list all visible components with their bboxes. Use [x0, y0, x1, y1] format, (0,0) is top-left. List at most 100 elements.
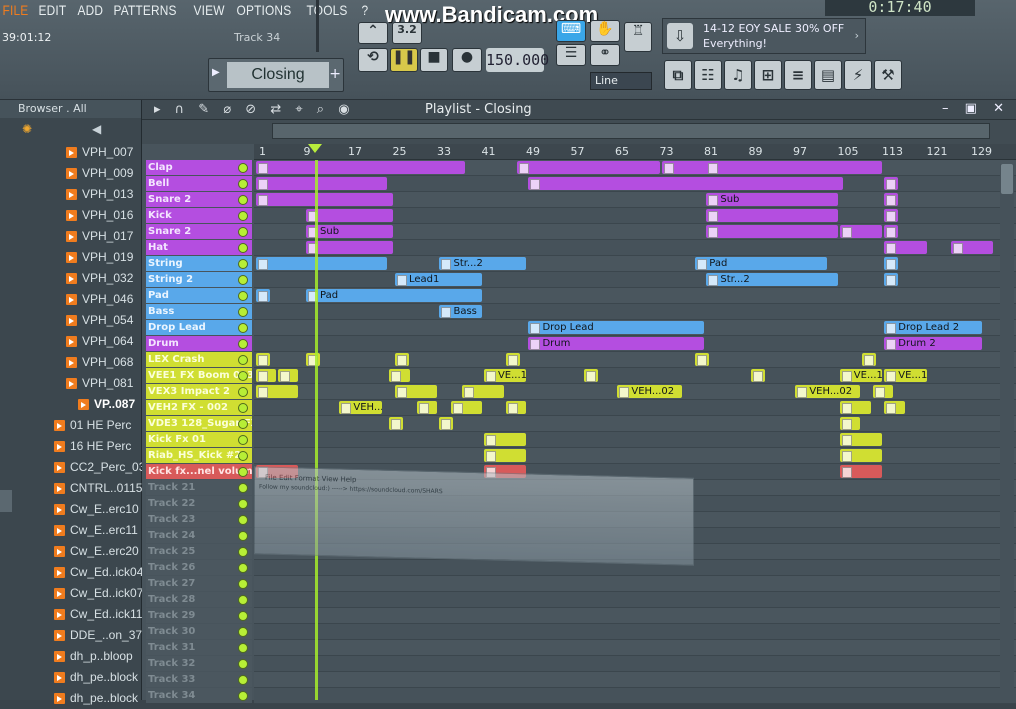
- pattern-clip[interactable]: Str...2: [439, 257, 527, 270]
- record-icon[interactable]: ●: [452, 48, 482, 72]
- pattern-menu-icon[interactable]: ▶: [212, 67, 220, 78]
- playlist-icon[interactable]: ⧉: [664, 60, 692, 90]
- track-lane[interactable]: Str...2 Pad: [254, 256, 1016, 272]
- window-buttons[interactable]: – ▣ ✕: [942, 101, 1010, 116]
- browser-item[interactable]: VPH_017: [0, 226, 142, 247]
- track-lane[interactable]: Bass: [254, 304, 1016, 320]
- browser-item[interactable]: 01 HE Perc: [0, 415, 142, 436]
- browser-item[interactable]: dh_pe..block: [0, 667, 142, 688]
- track-mute-icon[interactable]: [238, 179, 248, 189]
- pattern-clip[interactable]: [417, 401, 438, 414]
- browser-item[interactable]: CNTRL..0115: [0, 478, 142, 499]
- pattern-clip[interactable]: [483, 433, 527, 446]
- track-name[interactable]: Track 30: [146, 624, 252, 639]
- track-lane[interactable]: [254, 432, 1016, 448]
- browser-item[interactable]: dh_pe..block: [0, 688, 142, 709]
- track-name[interactable]: VDE3 128_Sugar FX: [146, 416, 252, 431]
- track-mute-icon[interactable]: [238, 323, 248, 333]
- pattern-clip[interactable]: [306, 241, 393, 254]
- browser-item[interactable]: dh_p..bloop: [0, 646, 142, 667]
- menu-add[interactable]: ADD: [75, 2, 106, 18]
- pattern-clip[interactable]: [951, 241, 994, 254]
- pattern-clip[interactable]: [862, 353, 877, 366]
- track-name[interactable]: Track 22: [146, 496, 252, 511]
- mixer-icon[interactable]: ≡: [784, 60, 812, 90]
- loop-icon[interactable]: ⟲: [358, 48, 388, 72]
- pattern-clip[interactable]: VEH...02: [339, 401, 382, 414]
- pattern-clip[interactable]: Str...2: [706, 273, 838, 286]
- track-mute-icon[interactable]: [238, 163, 248, 173]
- track-name[interactable]: VEH2 FX - 002: [146, 400, 252, 415]
- countdown-icon[interactable]: ☰: [556, 44, 586, 66]
- pattern-clip[interactable]: Drum: [528, 337, 705, 350]
- tempo-tapper-icon[interactable]: ⚒: [874, 60, 902, 90]
- pattern-clip[interactable]: [439, 417, 454, 430]
- pattern-clip[interactable]: [256, 257, 388, 270]
- pattern-clip[interactable]: [839, 401, 872, 414]
- track-lane[interactable]: [254, 656, 1016, 672]
- pattern-clip[interactable]: [389, 417, 404, 430]
- pattern-clip[interactable]: [461, 385, 505, 398]
- collapse-handle[interactable]: [0, 490, 12, 512]
- horizontal-scrollbar[interactable]: [272, 123, 990, 139]
- channel-rack-icon[interactable]: ▤: [814, 60, 842, 90]
- track-name[interactable]: LEX Crash: [146, 352, 252, 367]
- stop-icon[interactable]: ■: [420, 48, 448, 72]
- browser-item[interactable]: VPH_064: [0, 331, 142, 352]
- browser-icon[interactable]: ⊞: [754, 60, 782, 90]
- snap-select[interactable]: Line: [590, 72, 652, 90]
- playlist-tools[interactable]: ▸ ∩ ✎ ⌀ ⊘ ⇄ ⌖ ⌕ ◉: [154, 102, 355, 117]
- browser-item[interactable]: Cw_E..erc20: [0, 541, 142, 562]
- pattern-clip[interactable]: VE...13: [483, 369, 527, 382]
- track-lane[interactable]: Sub: [254, 192, 1016, 208]
- browser-item[interactable]: Cw_E..erc10: [0, 499, 142, 520]
- track-lane[interactable]: [254, 240, 1016, 256]
- track-lane[interactable]: [254, 640, 1016, 656]
- wait-icon[interactable]: ✋: [590, 20, 620, 42]
- track-mute-icon[interactable]: [238, 211, 248, 221]
- track-mute-icon[interactable]: [238, 291, 248, 301]
- track-mute-icon[interactable]: [238, 467, 248, 477]
- browser-item[interactable]: VPH_019: [0, 247, 142, 268]
- track-mute-icon[interactable]: [238, 595, 248, 605]
- piano-roll-icon[interactable]: ♫: [724, 60, 752, 90]
- track-mute-icon[interactable]: [238, 659, 248, 669]
- step-sequencer-icon[interactable]: ☷: [694, 60, 722, 90]
- track-mute-icon[interactable]: [238, 499, 248, 509]
- browser-header[interactable]: Browser . All: [0, 100, 141, 118]
- track-mute-icon[interactable]: [238, 515, 248, 525]
- pattern-clip[interactable]: [706, 161, 883, 174]
- pattern-clip[interactable]: Sub: [706, 193, 838, 206]
- track-name[interactable]: Track 33: [146, 672, 252, 687]
- vertical-scrollbar[interactable]: [1000, 164, 1014, 694]
- track-mute-icon[interactable]: [238, 259, 248, 269]
- track-mute-icon[interactable]: [238, 643, 248, 653]
- track-lane[interactable]: [254, 576, 1016, 592]
- master-volume-slider[interactable]: [306, 0, 328, 56]
- browser-item[interactable]: Cw_E..erc11: [0, 520, 142, 541]
- pattern-clip[interactable]: [839, 449, 883, 462]
- track-lane[interactable]: VEH...02 VEH...02: [254, 384, 1016, 400]
- track-name[interactable]: String: [146, 256, 252, 271]
- track-name[interactable]: Track 21: [146, 480, 252, 495]
- pattern-clip[interactable]: [256, 161, 466, 174]
- pattern-clip[interactable]: [873, 385, 894, 398]
- track-name[interactable]: Bell: [146, 176, 252, 191]
- track-name[interactable]: Drum: [146, 336, 252, 351]
- track-name[interactable]: Track 25: [146, 544, 252, 559]
- browser-item[interactable]: VPH_081: [0, 373, 142, 394]
- track-mute-icon[interactable]: [238, 403, 248, 413]
- pattern-clip[interactable]: [506, 401, 527, 414]
- track-mute-icon[interactable]: [238, 483, 248, 493]
- link-icon[interactable]: ⚭: [590, 44, 620, 66]
- pattern-clip[interactable]: [506, 353, 521, 366]
- pattern-clip[interactable]: Sub: [306, 225, 393, 238]
- browser-item[interactable]: CC2_Perc_03: [0, 457, 145, 478]
- track-mute-icon[interactable]: [238, 195, 248, 205]
- song-position-marker[interactable]: [308, 144, 322, 153]
- pattern-clip[interactable]: [528, 177, 844, 190]
- pause-icon[interactable]: ❚❚: [390, 48, 418, 72]
- browser-item[interactable]: VPH_032: [0, 268, 142, 289]
- pattern-clip[interactable]: [884, 225, 899, 238]
- pattern-clip[interactable]: [483, 449, 527, 462]
